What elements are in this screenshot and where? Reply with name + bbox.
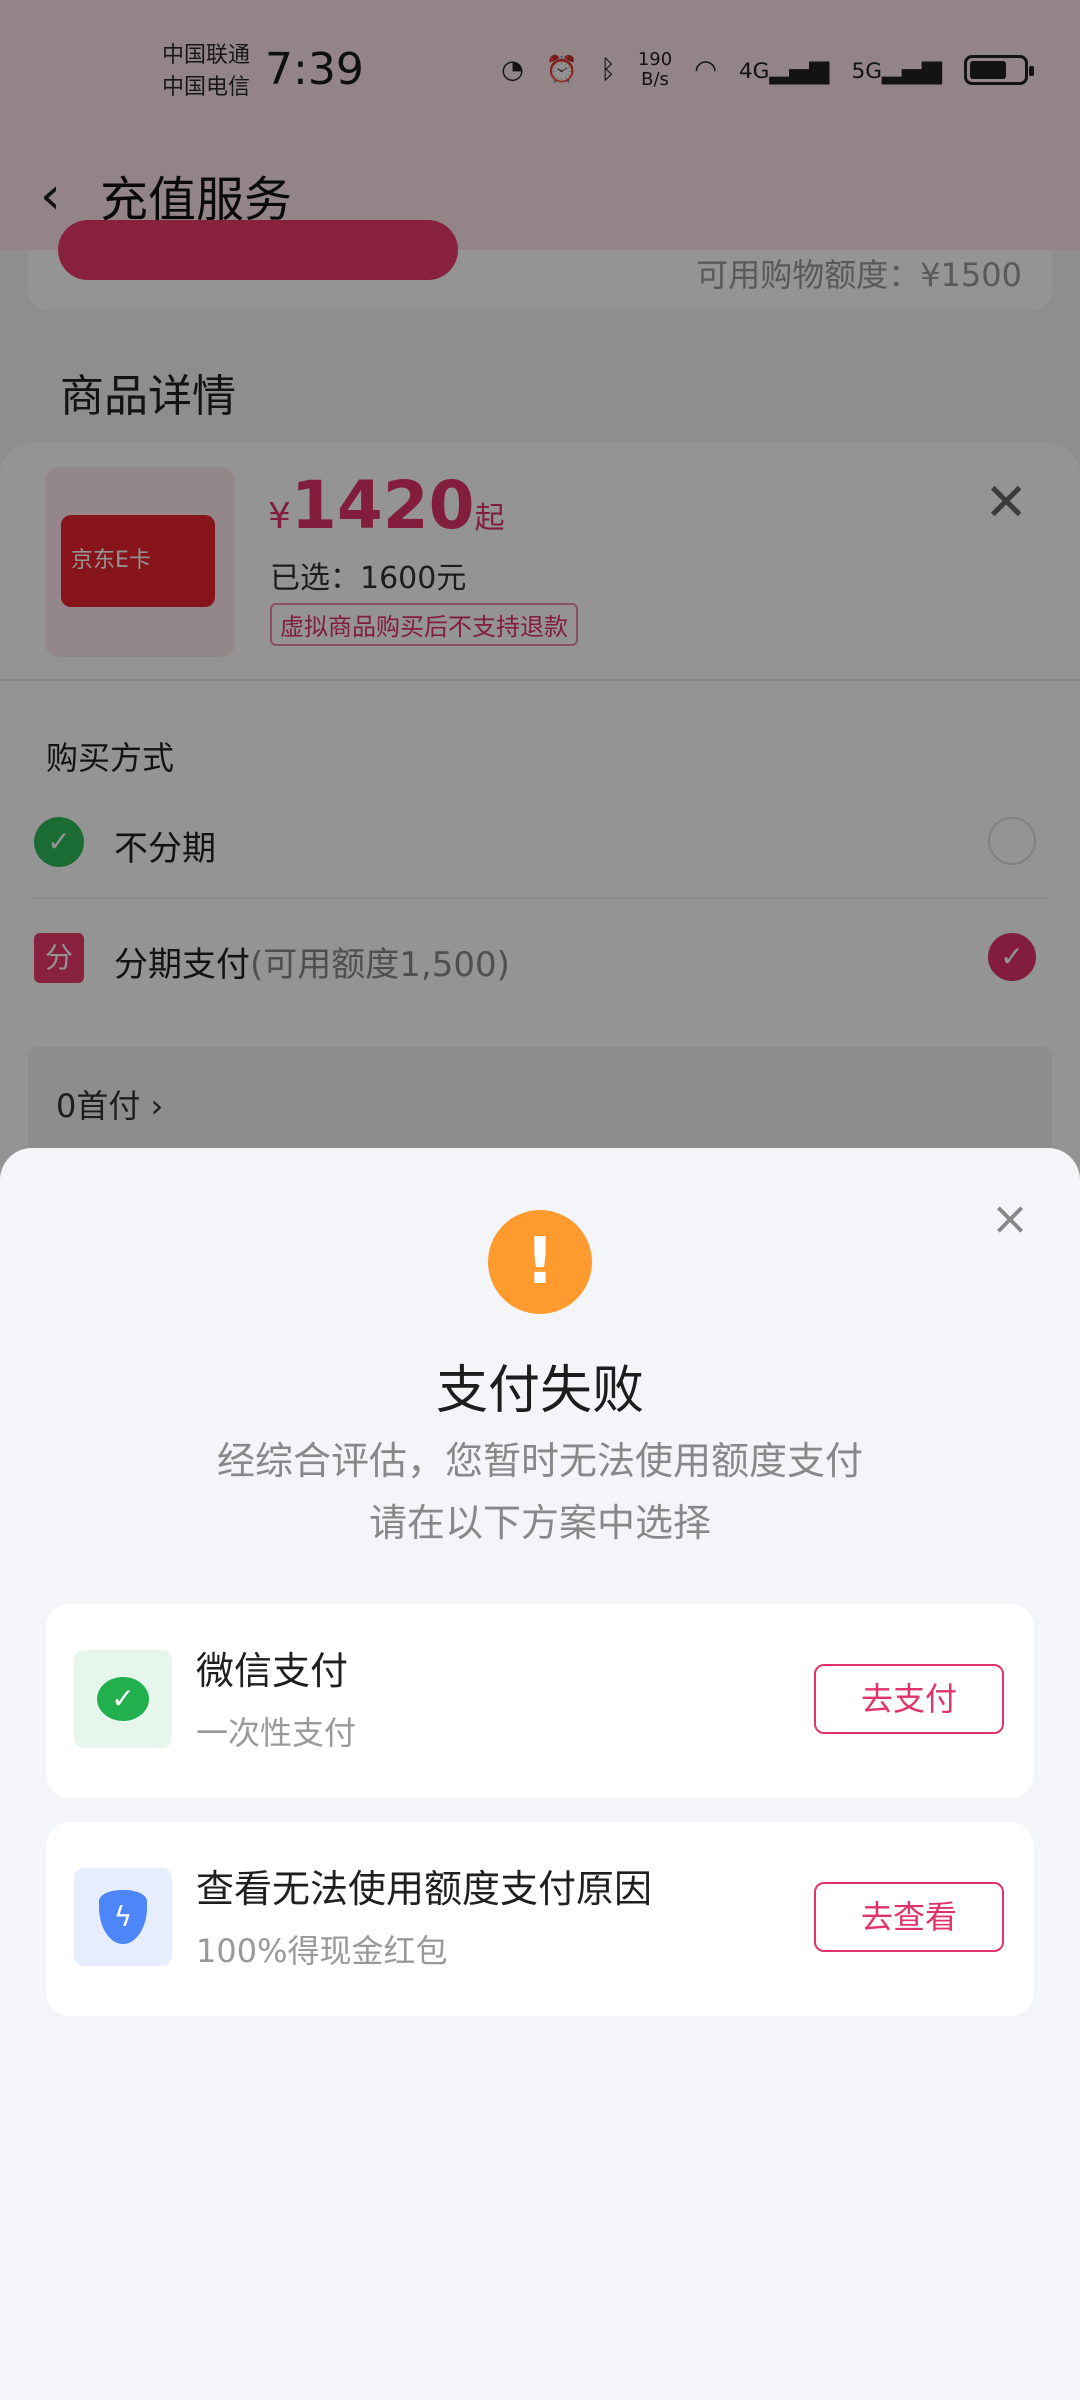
go-view-button[interactable]: 去查看 xyxy=(814,1882,1004,1952)
option-card-reason: ϟ 查看无法使用额度支付原因 100%得现金红包 去查看 xyxy=(46,1822,1034,2016)
payment-failed-modal: × ! 支付失败 经综合评估，您暂时无法使用额度支付 请在以下方案中选择 ✓ 微… xyxy=(0,1148,1080,2400)
card-subtitle: 100%得现金红包 xyxy=(196,1932,448,1970)
shield-icon: ϟ xyxy=(74,1868,172,1966)
option-card-wechat: ✓ 微信支付 一次性支付 去支付 xyxy=(46,1604,1034,1798)
modal-description: 经综合评估，您暂时无法使用额度支付 请在以下方案中选择 xyxy=(216,1439,863,1545)
modal-title: 支付失败 xyxy=(435,1361,644,1421)
card-subtitle: 一次性支付 xyxy=(196,1714,357,1752)
close-icon[interactable]: × xyxy=(988,1195,1032,1241)
warning-icon: ! xyxy=(488,1210,592,1314)
wechat-icon: ✓ xyxy=(74,1650,172,1748)
card-title: 微信支付 xyxy=(196,1649,349,1693)
go-pay-button[interactable]: 去支付 xyxy=(814,1664,1004,1734)
card-title: 查看无法使用额度支付原因 xyxy=(196,1867,653,1911)
